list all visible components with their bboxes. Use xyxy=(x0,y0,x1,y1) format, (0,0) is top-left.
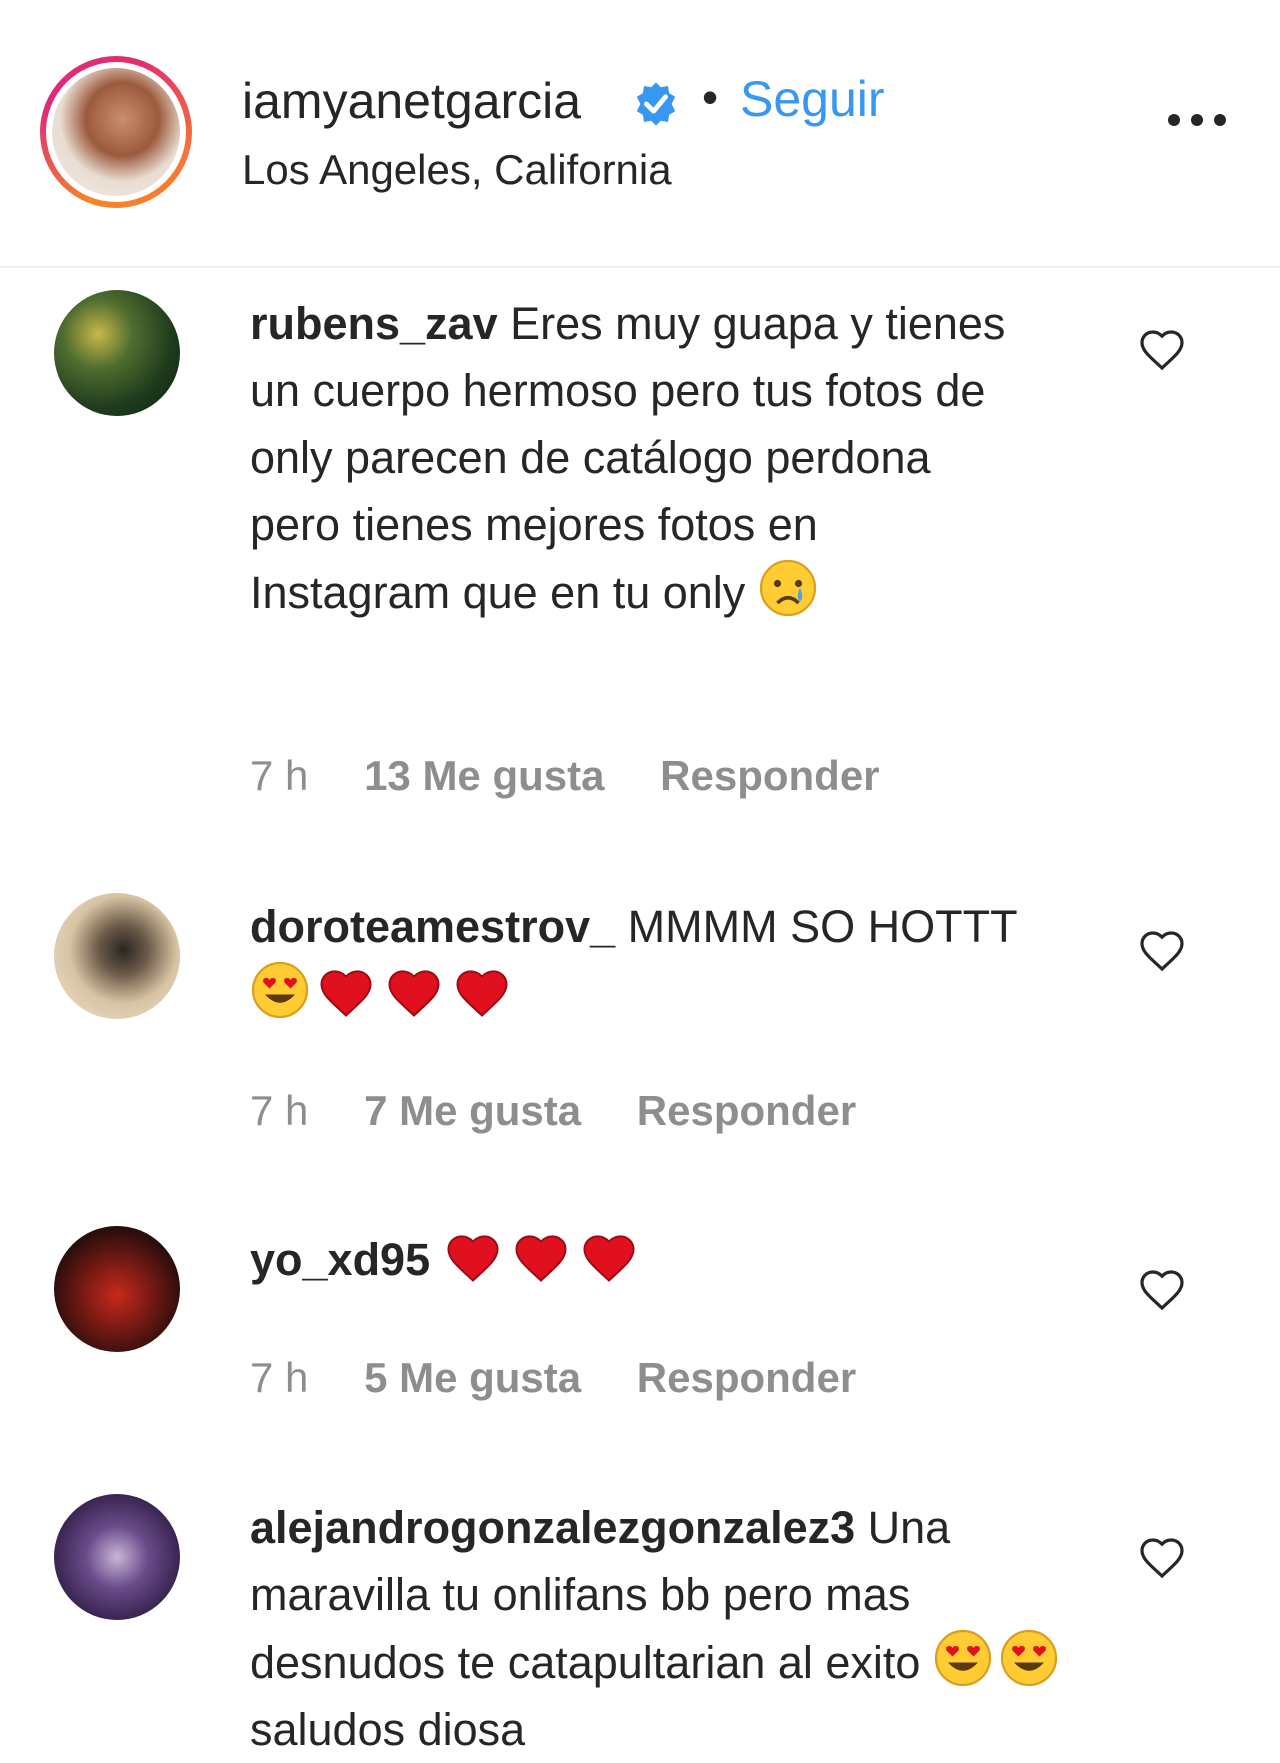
comment-text: doroteamestrov_ MMMM SO HOTTT xyxy=(250,893,1030,1028)
comment-username[interactable]: alejandrogonzalezgonzalez3 xyxy=(250,1502,855,1553)
avatar xyxy=(52,68,180,196)
comment-username[interactable]: yo_xd95 xyxy=(250,1234,430,1285)
comment-text: alejandrogonzalezgonzalez3 Una maravilla… xyxy=(250,1494,1080,1763)
comment-body: MMMM SO HOTTT xyxy=(627,901,1018,952)
red-heart-emoji-icon xyxy=(388,970,440,1017)
comment-timestamp: 7 h xyxy=(250,752,309,799)
comment-username[interactable]: doroteamestrov_ xyxy=(250,901,615,952)
comment-meta: 7 h 5 Me gusta Responder xyxy=(250,1354,900,1402)
verified-badge-icon xyxy=(636,82,676,126)
reply-button[interactable]: Responder xyxy=(637,1087,856,1134)
avatar[interactable] xyxy=(54,1226,180,1352)
like-heart-icon[interactable] xyxy=(1138,1534,1186,1582)
comment-body-continued: saludos diosa xyxy=(250,1704,526,1755)
comment-likes-count[interactable]: 7 Me gusta xyxy=(364,1087,581,1134)
red-heart-emoji-icon xyxy=(515,1235,567,1282)
crying-face-emoji-icon xyxy=(759,559,816,617)
red-heart-emoji-icon xyxy=(456,970,508,1017)
avatar[interactable] xyxy=(54,290,180,416)
red-heart-emoji-icon xyxy=(447,1235,499,1282)
reply-button[interactable]: Responder xyxy=(637,1354,856,1401)
more-options-icon[interactable] xyxy=(1166,110,1228,130)
comment-meta: 7 h 13 Me gusta Responder xyxy=(250,752,924,800)
avatar[interactable] xyxy=(54,1494,180,1620)
comment-likes-count[interactable]: 5 Me gusta xyxy=(364,1354,581,1401)
comment-timestamp: 7 h xyxy=(250,1087,309,1134)
comment-username[interactable]: rubens_zav xyxy=(250,298,498,349)
comment-text: rubens_zav Eres muy guapa y tienes un cu… xyxy=(250,290,1030,626)
like-heart-icon[interactable] xyxy=(1138,326,1186,374)
separator-dot: • xyxy=(702,71,719,123)
heart-eyes-face-emoji-icon xyxy=(251,961,309,1019)
comment-text: yo_xd95 xyxy=(250,1226,1030,1293)
like-heart-icon[interactable] xyxy=(1138,927,1186,975)
heart-eyes-face-emoji-icon xyxy=(934,1629,992,1687)
heart-eyes-face-emoji-icon xyxy=(1000,1629,1058,1687)
post-author-username[interactable]: iamyanetgarcia xyxy=(242,72,581,130)
comment-timestamp: 7 h xyxy=(250,1354,309,1401)
comment-likes-count[interactable]: 13 Me gusta xyxy=(364,752,604,799)
like-heart-icon[interactable] xyxy=(1138,1266,1186,1314)
red-heart-emoji-icon xyxy=(320,970,372,1017)
red-heart-emoji-icon xyxy=(583,1235,635,1282)
post-header: iamyanetgarcia • Seguir Los Angeles, Cal… xyxy=(0,0,1280,268)
post-location[interactable]: Los Angeles, California xyxy=(242,146,672,194)
comment-meta: 7 h 7 Me gusta Responder xyxy=(250,1087,900,1135)
reply-button[interactable]: Responder xyxy=(660,752,879,799)
avatar[interactable] xyxy=(54,893,180,1019)
story-ring-avatar[interactable] xyxy=(40,56,192,208)
follow-button[interactable]: Seguir xyxy=(740,70,885,128)
